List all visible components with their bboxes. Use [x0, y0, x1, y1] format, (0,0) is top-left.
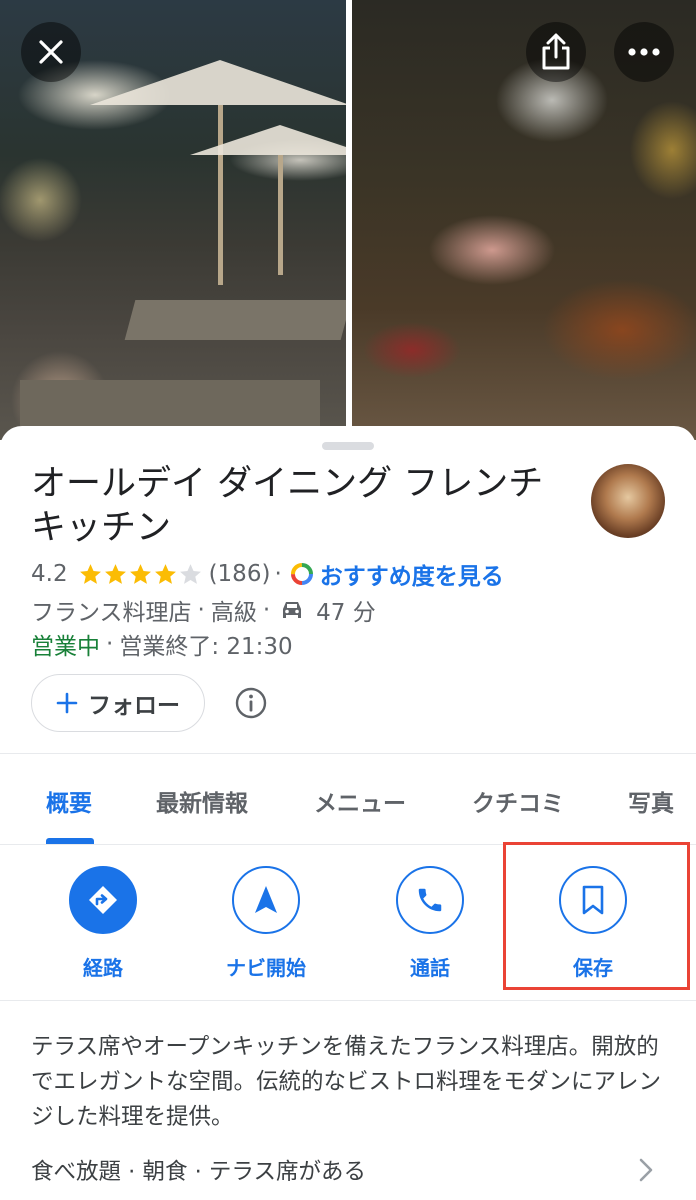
separator: · — [274, 561, 282, 587]
directions-circle — [69, 866, 137, 934]
photo-gallery[interactable] — [0, 0, 696, 440]
follow-label: フォロー — [88, 693, 180, 719]
category-row: フランス料理店 · 高級 · 47 分 — [31, 593, 376, 627]
review-count[interactable]: (186) — [209, 561, 271, 587]
more-horizontal-icon — [628, 48, 660, 56]
tab-menu[interactable]: メニュー — [314, 784, 406, 818]
star-filled-icon — [129, 563, 151, 584]
tab-updates[interactable]: 最新情報 — [156, 784, 248, 818]
close-icon — [39, 40, 63, 64]
price-level: 高級 — [210, 600, 257, 626]
navigation-circle — [232, 866, 300, 934]
star-filled-icon — [79, 563, 101, 584]
star-filled-icon — [154, 563, 176, 584]
more-options-button[interactable] — [614, 22, 674, 82]
tab-reviews[interactable]: クチコミ — [472, 784, 564, 818]
drive-time: 47 分 — [316, 600, 376, 626]
share-icon — [542, 33, 570, 70]
tab-photos[interactable]: 写真 — [628, 784, 674, 818]
save-highlight-box — [503, 842, 690, 990]
rating-value: 4.2 — [31, 561, 68, 587]
place-description[interactable]: テラス席やオープンキッチンを備えたフランス料理店。開放的でエレガントな空間。伝統… — [31, 1030, 671, 1135]
close-button[interactable] — [21, 22, 81, 82]
hours-row[interactable]: 営業中 · 営業終了: 21:30 — [31, 627, 293, 661]
plus-icon — [56, 692, 78, 714]
category: フランス料理店 — [31, 600, 192, 626]
tab-bar: 概要 最新情報 メニュー クチコミ 写真 — [0, 756, 696, 846]
place-title: オールデイ ダイニング フレンチ キッチン — [31, 464, 544, 548]
call-button[interactable]: 通話 — [355, 866, 505, 981]
features-row[interactable]: 食べ放題 · 朝食 · テラス席がある — [31, 1154, 366, 1186]
divider — [0, 1000, 696, 1001]
share-button[interactable] — [526, 22, 586, 82]
navigation-arrow-icon — [255, 886, 277, 913]
star-filled-icon — [104, 563, 126, 584]
start-navigation-button[interactable]: ナビ開始 — [191, 866, 341, 981]
rating-row: 4.2 (186) · おすすめ度を見る — [31, 557, 504, 591]
separator: · — [262, 597, 271, 623]
place-details-sheet: オールデイ ダイニング フレンチ キッチン 4.2 (186) · おすすめ度を… — [0, 426, 696, 1200]
car-icon — [283, 602, 302, 618]
info-icon[interactable] — [234, 686, 268, 720]
place-thumbnail[interactable] — [591, 464, 665, 538]
google-logo-icon — [290, 563, 313, 585]
phone-icon — [418, 888, 442, 912]
directions-label: 経路 — [83, 956, 123, 980]
closing-time: 営業終了: 21:30 — [119, 634, 293, 660]
recommendation-link[interactable]: おすすめ度を見る — [320, 557, 504, 591]
drag-handle[interactable] — [322, 442, 374, 450]
divider — [0, 753, 696, 754]
tab-overview[interactable]: 概要 — [46, 784, 92, 818]
open-status: 営業中 — [31, 634, 100, 660]
navigation-label: ナビ開始 — [226, 956, 306, 980]
directions-icon — [89, 886, 117, 914]
call-label: 通話 — [410, 956, 450, 980]
star-empty-icon — [179, 563, 201, 584]
follow-button[interactable]: フォロー — [31, 674, 205, 732]
chevron-right-icon[interactable] — [638, 1157, 654, 1183]
directions-button[interactable]: 経路 — [28, 866, 178, 981]
separator: · — [197, 597, 205, 623]
rating-stars — [78, 562, 203, 587]
call-circle — [396, 866, 464, 934]
separator: · — [106, 631, 114, 657]
